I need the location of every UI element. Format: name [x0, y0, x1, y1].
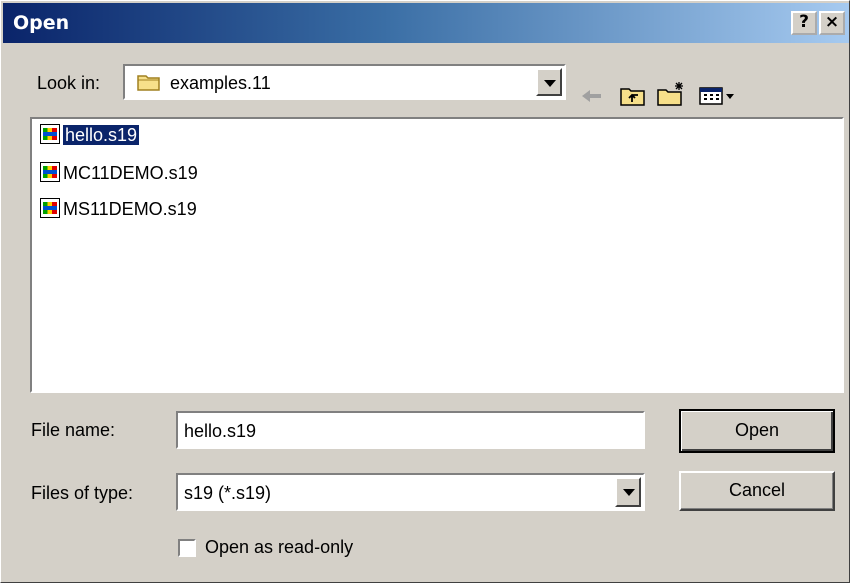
- file-name-value: hello.s19: [184, 421, 257, 441]
- back-arrow-icon[interactable]: [579, 86, 605, 111]
- file-item-hello[interactable]: hello.s19: [40, 123, 140, 147]
- new-folder-icon[interactable]: [657, 81, 687, 112]
- file-item-ms11demo[interactable]: MS11DEMO.s19: [40, 197, 197, 221]
- up-folder-icon[interactable]: [620, 86, 646, 111]
- files-of-type-value: s19 (*.s19): [184, 483, 272, 503]
- s19-file-icon: [40, 162, 60, 182]
- look-in-label: Look in:: [37, 73, 101, 93]
- open-button[interactable]: Open: [679, 409, 835, 453]
- file-list[interactable]: hello.s19 MC11DEMO.s19 MS11DEMO.s19: [30, 117, 844, 393]
- open-dialog: Open ? × Look in: examples.11 hello.s19 …: [0, 0, 850, 583]
- file-name-label: File name:: [31, 420, 116, 440]
- look-in-dropdown-arrow[interactable]: [536, 68, 562, 96]
- cancel-button[interactable]: Cancel: [679, 471, 835, 511]
- view-menu-icon[interactable]: [699, 86, 735, 111]
- look-in-combo[interactable]: examples.11: [123, 64, 566, 100]
- s19-file-icon: [40, 198, 60, 218]
- files-of-type-label: Files of type:: [31, 483, 134, 503]
- help-button[interactable]: ?: [791, 11, 817, 35]
- file-item-label: hello.s19: [63, 125, 140, 145]
- files-of-type-dropdown-arrow[interactable]: [615, 477, 641, 507]
- file-name-input[interactable]: hello.s19: [176, 411, 645, 449]
- file-item-label: MC11DEMO.s19: [63, 163, 198, 183]
- file-item-label: MS11DEMO.s19: [63, 199, 197, 219]
- files-of-type-combo[interactable]: s19 (*.s19): [176, 473, 645, 511]
- read-only-checkbox[interactable]: [178, 539, 196, 557]
- title-bar[interactable]: Open ? ×: [3, 3, 849, 43]
- file-item-mc11demo[interactable]: MC11DEMO.s19: [40, 161, 198, 185]
- close-button[interactable]: ×: [819, 11, 845, 35]
- folder-icon: [137, 73, 161, 91]
- look-in-value: examples.11: [170, 73, 271, 93]
- s19-file-icon: [40, 124, 60, 144]
- read-only-label: Open as read-only: [205, 537, 354, 557]
- dialog-title: Open: [13, 12, 70, 34]
